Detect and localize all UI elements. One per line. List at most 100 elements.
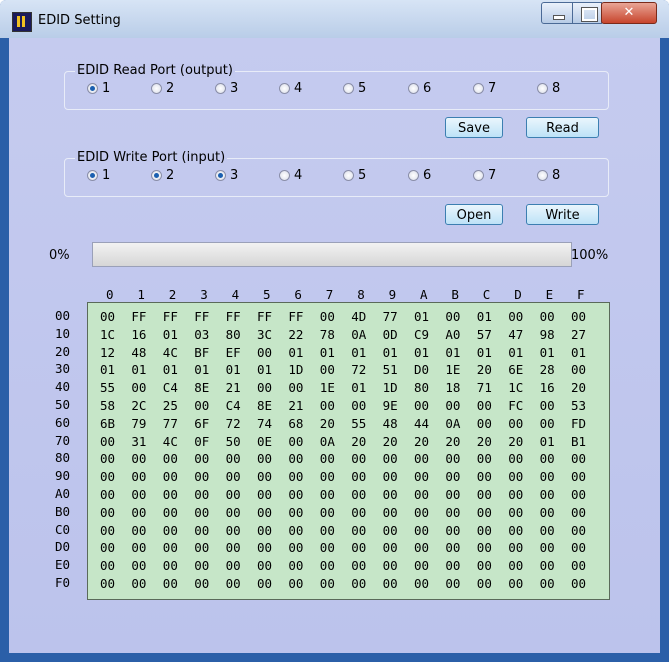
hex-grid[interactable]: 00 FF FF FF FF FF FF 00 4D 77 01 00 01 00 00 00 1C 16 01 03…: [87, 302, 610, 600]
hex-cell[interactable]: 74: [257, 416, 272, 431]
hex-cell[interactable]: 00: [194, 576, 209, 591]
hex-cell[interactable]: 00: [414, 451, 429, 466]
hex-cell[interactable]: 00: [131, 540, 146, 555]
hex-cell[interactable]: 00: [571, 451, 586, 466]
hex-cell[interactable]: 4C: [163, 345, 178, 360]
hex-cell[interactable]: 00: [163, 576, 178, 591]
hex-cell[interactable]: 00: [383, 576, 398, 591]
hex-cell[interactable]: 4C: [163, 434, 178, 449]
hex-cell[interactable]: 0A: [351, 327, 366, 342]
read-radio-7[interactable]: 7: [473, 81, 496, 96]
hex-cell[interactable]: 72: [226, 416, 241, 431]
hex-cell[interactable]: 00: [100, 540, 115, 555]
hex-cell[interactable]: 20: [383, 434, 398, 449]
hex-cell[interactable]: 00: [100, 576, 115, 591]
hex-cell[interactable]: 00: [100, 505, 115, 520]
hex-cell[interactable]: 1E: [320, 380, 335, 395]
hex-cell[interactable]: 00: [540, 505, 555, 520]
hex-cell[interactable]: 00: [571, 362, 586, 377]
hex-cell[interactable]: 20: [571, 380, 586, 395]
hex-cell[interactable]: 00: [571, 487, 586, 502]
hex-cell[interactable]: 00: [477, 469, 492, 484]
hex-cell[interactable]: FF: [257, 309, 272, 324]
hex-cell[interactable]: 00: [257, 540, 272, 555]
read-radio-4[interactable]: 4: [279, 81, 302, 96]
hex-cell[interactable]: 20: [508, 434, 523, 449]
hex-cell[interactable]: 00: [131, 505, 146, 520]
hex-cell[interactable]: 00: [320, 469, 335, 484]
hex-cell[interactable]: 00: [477, 505, 492, 520]
hex-cell[interactable]: 00: [540, 309, 555, 324]
hex-cell[interactable]: 0E: [257, 434, 272, 449]
hex-cell[interactable]: 78: [320, 327, 335, 342]
hex-cell[interactable]: 00: [540, 398, 555, 413]
hex-cell[interactable]: 01: [414, 345, 429, 360]
hex-cell[interactable]: 00: [445, 398, 460, 413]
hex-cell[interactable]: 00: [445, 558, 460, 573]
hex-cell[interactable]: 00: [131, 469, 146, 484]
hex-cell[interactable]: 00: [194, 540, 209, 555]
hex-cell[interactable]: 55: [351, 416, 366, 431]
hex-cell[interactable]: 00: [226, 469, 241, 484]
hex-cell[interactable]: 1C: [508, 380, 523, 395]
hex-cell[interactable]: 00: [131, 558, 146, 573]
hex-cell[interactable]: 00: [257, 469, 272, 484]
hex-cell[interactable]: C4: [226, 398, 241, 413]
hex-cell[interactable]: 01: [257, 362, 272, 377]
hex-cell[interactable]: 00: [257, 576, 272, 591]
hex-cell[interactable]: 00: [351, 558, 366, 573]
hex-cell[interactable]: 00: [540, 540, 555, 555]
hex-cell[interactable]: 00: [288, 451, 303, 466]
hex-cell[interactable]: 00: [414, 576, 429, 591]
hex-cell[interactable]: 00: [288, 523, 303, 538]
hex-cell[interactable]: 00: [445, 576, 460, 591]
hex-cell[interactable]: 00: [226, 505, 241, 520]
hex-cell[interactable]: 53: [571, 398, 586, 413]
hex-cell[interactable]: 21: [226, 380, 241, 395]
hex-cell[interactable]: 00: [445, 309, 460, 324]
hex-cell[interactable]: A0: [445, 327, 460, 342]
hex-cell[interactable]: 00: [508, 451, 523, 466]
hex-cell[interactable]: 51: [383, 362, 398, 377]
hex-cell[interactable]: FF: [226, 309, 241, 324]
title-bar[interactable]: EDID Setting ✕: [0, 0, 669, 38]
hex-cell[interactable]: 01: [100, 362, 115, 377]
hex-cell[interactable]: 00: [100, 487, 115, 502]
hex-cell[interactable]: 00: [288, 576, 303, 591]
hex-cell[interactable]: 00: [351, 398, 366, 413]
hex-cell[interactable]: 01: [226, 362, 241, 377]
hex-cell[interactable]: 00: [194, 398, 209, 413]
hex-cell[interactable]: 00: [540, 487, 555, 502]
hex-cell[interactable]: 01: [320, 345, 335, 360]
write-radio-5[interactable]: 5: [343, 168, 366, 183]
hex-cell[interactable]: 00: [320, 309, 335, 324]
hex-cell[interactable]: 12: [100, 345, 115, 360]
hex-cell[interactable]: 00: [477, 576, 492, 591]
hex-cell[interactable]: 0D: [383, 327, 398, 342]
hex-cell[interactable]: 00: [100, 558, 115, 573]
read-radio-5[interactable]: 5: [343, 81, 366, 96]
hex-cell[interactable]: 00: [163, 505, 178, 520]
hex-cell[interactable]: 00: [351, 523, 366, 538]
hex-cell[interactable]: 00: [445, 540, 460, 555]
hex-cell[interactable]: 00: [414, 469, 429, 484]
hex-cell[interactable]: 00: [414, 487, 429, 502]
hex-cell[interactable]: 00: [100, 523, 115, 538]
hex-cell[interactable]: 47: [508, 327, 523, 342]
hex-cell[interactable]: 00: [414, 523, 429, 538]
hex-cell[interactable]: 48: [383, 416, 398, 431]
hex-cell[interactable]: 00: [194, 469, 209, 484]
hex-cell[interactable]: 01: [477, 345, 492, 360]
hex-cell[interactable]: 00: [320, 362, 335, 377]
write-radio-7[interactable]: 7: [473, 168, 496, 183]
hex-cell[interactable]: 00: [226, 523, 241, 538]
hex-cell[interactable]: 0A: [320, 434, 335, 449]
hex-cell[interactable]: 03: [194, 327, 209, 342]
hex-cell[interactable]: 00: [351, 540, 366, 555]
hex-cell[interactable]: 77: [383, 309, 398, 324]
hex-cell[interactable]: 01: [163, 327, 178, 342]
hex-cell[interactable]: 00: [508, 523, 523, 538]
hex-cell[interactable]: 00: [351, 469, 366, 484]
hex-cell[interactable]: 00: [288, 540, 303, 555]
hex-cell[interactable]: BF: [194, 345, 209, 360]
